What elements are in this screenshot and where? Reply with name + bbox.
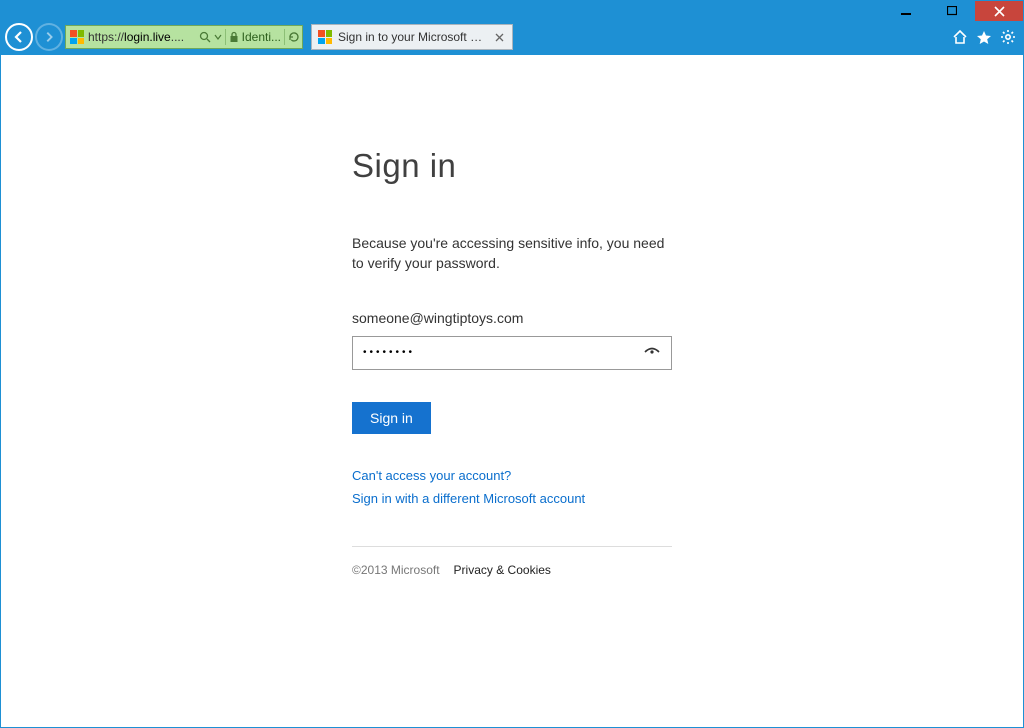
password-field[interactable]: •••••••• — [352, 336, 672, 370]
verify-message: Because you're accessing sensitive info,… — [352, 233, 672, 274]
dropdown-icon[interactable] — [214, 33, 222, 41]
close-button[interactable] — [975, 1, 1023, 21]
search-icon[interactable] — [199, 31, 211, 43]
signin-form: Sign in Because you're accessing sensiti… — [352, 147, 672, 577]
browser-toolbar: https://login.live.... Identi... Sign in… — [1, 23, 1023, 55]
cant-access-link[interactable]: Can't access your account? — [352, 468, 672, 483]
forward-button[interactable] — [35, 23, 63, 51]
address-bar[interactable]: https://login.live.... Identi... — [65, 25, 303, 49]
copyright-text: ©2013 Microsoft — [352, 563, 440, 577]
identity-label: Identi... — [242, 30, 281, 44]
page-footer: ©2013 Microsoft Privacy & Cookies — [352, 546, 672, 577]
lock-icon — [229, 31, 239, 43]
back-button[interactable] — [5, 23, 33, 51]
browser-tab[interactable]: Sign in to your Microsoft ac... — [311, 24, 513, 50]
microsoft-favicon-icon — [318, 30, 332, 44]
url-text: https://login.live.... — [88, 30, 195, 44]
address-bar-controls: Identi... — [199, 29, 300, 45]
privacy-link[interactable]: Privacy & Cookies — [454, 563, 551, 577]
window-titlebar — [1, 1, 1023, 23]
password-masked-value: •••••••• — [363, 347, 415, 358]
tab-close-icon[interactable] — [492, 30, 506, 44]
tab-title: Sign in to your Microsoft ac... — [338, 30, 486, 44]
favorites-icon[interactable] — [973, 26, 995, 48]
different-account-link[interactable]: Sign in with a different Microsoft accou… — [352, 491, 672, 506]
signin-button[interactable]: Sign in — [352, 402, 431, 434]
page-heading: Sign in — [352, 147, 672, 185]
reveal-password-icon[interactable] — [639, 337, 665, 369]
refresh-icon[interactable] — [288, 31, 300, 43]
minimize-button[interactable] — [883, 1, 929, 21]
page-viewport: Sign in Because you're accessing sensiti… — [1, 55, 1023, 727]
ie-window: https://login.live.... Identi... Sign in… — [0, 0, 1024, 728]
tools-gear-icon[interactable] — [997, 26, 1019, 48]
maximize-button[interactable] — [929, 1, 975, 21]
microsoft-favicon-icon — [70, 30, 84, 44]
home-icon[interactable] — [949, 26, 971, 48]
email-display: someone@wingtiptoys.com — [352, 310, 672, 326]
